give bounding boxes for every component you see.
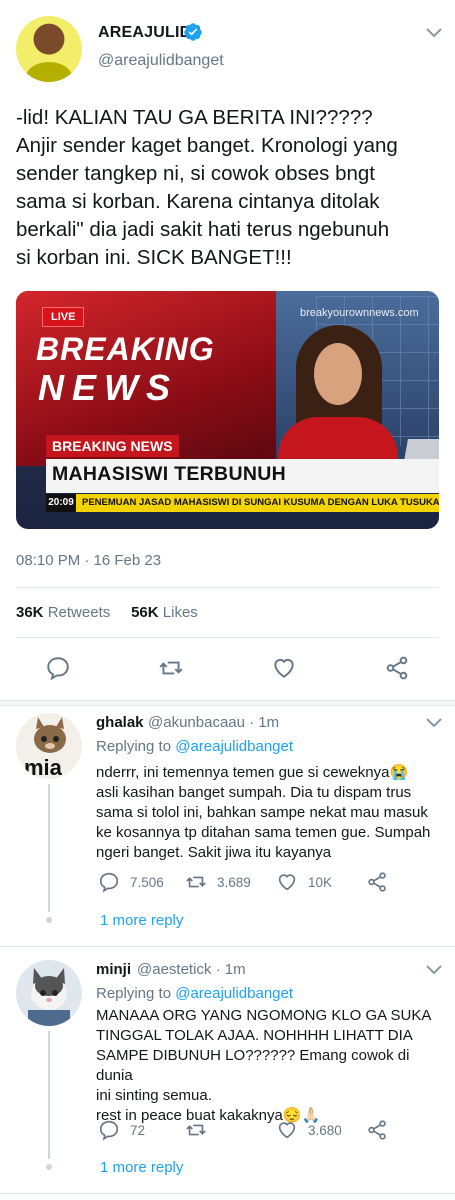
author-avatar[interactable] <box>16 16 82 82</box>
like-count: 10K <box>308 874 333 890</box>
replying-to-link[interactable]: @areajulidbanget <box>175 985 293 1002</box>
reply-author-name[interactable]: minji <box>96 961 131 978</box>
thread-dot <box>46 917 52 923</box>
chevron-down-icon[interactable] <box>426 965 442 975</box>
cat-avatar-icon <box>28 968 70 1026</box>
more-replies-link[interactable]: 1 more reply <box>100 1159 183 1176</box>
retweet-icon[interactable] <box>158 655 184 681</box>
reply-author-handle[interactable]: @aestetick · 1m <box>137 961 246 978</box>
reply-avatar[interactable]: mia <box>16 713 82 779</box>
chevron-down-icon[interactable] <box>426 718 442 728</box>
tweet-stats: 36K Retweets 56K Likes <box>16 604 198 621</box>
reply-button[interactable]: 7.506 <box>98 871 164 893</box>
tweet-text: -lid! KALIAN TAU GA BERITA INI????? Anji… <box>16 106 398 269</box>
laptop <box>404 439 439 461</box>
reply-text: MANAAA ORG YANG NGOMONG KLO GA SUKA TING… <box>96 1007 432 1124</box>
share-button[interactable] <box>366 1119 398 1141</box>
retweet-icon <box>186 1124 206 1136</box>
thread-line <box>48 1031 50 1159</box>
reply-count: 72 <box>130 1122 146 1138</box>
ticker-text: PENEMUAN JASAD MAHASISWI DI SUNGAI KUSUM… <box>82 497 439 508</box>
thread-dot <box>46 1164 52 1170</box>
likes-count[interactable]: 56K <box>131 604 159 621</box>
share-icon <box>368 1120 386 1140</box>
replying-prefix: Replying to <box>96 985 172 1002</box>
cat-avatar-icon: mia <box>24 717 66 779</box>
like-button[interactable]: 10K <box>276 871 332 893</box>
live-badge: LIVE <box>42 307 85 327</box>
thread-line <box>48 784 50 912</box>
main-tweet: AREAJULID @areajulidbanget -lid! KALIAN … <box>0 0 455 700</box>
share-button[interactable] <box>366 871 398 893</box>
like-icon[interactable] <box>271 655 297 681</box>
retweet-icon <box>186 876 206 888</box>
likes-label[interactable]: Likes <box>163 604 198 621</box>
divider <box>16 587 439 588</box>
like-button[interactable]: 3.680 <box>276 1119 342 1141</box>
reply-icon[interactable] <box>45 655 71 681</box>
ticker-time: 20:09 <box>46 494 76 512</box>
retweet-button[interactable]: 3.689 <box>185 871 251 893</box>
verified-badge-icon <box>184 23 202 41</box>
tweet-timestamp[interactable]: 08:10 PM · 16 Feb 23 <box>16 552 161 569</box>
reply-actions: 7.506 3.689 10K <box>96 871 396 895</box>
reply-icon <box>99 872 119 893</box>
section-divider <box>0 700 455 706</box>
reply-avatar[interactable] <box>16 960 82 1026</box>
chevron-down-icon[interactable] <box>426 28 442 38</box>
reply-button[interactable]: 72 <box>98 1119 145 1141</box>
like-icon <box>278 874 296 891</box>
share-icon[interactable] <box>384 655 410 681</box>
breaking-text: BREAKING <box>36 331 215 367</box>
reply-icon <box>99 1120 119 1141</box>
retweet-count: 3.689 <box>217 874 251 890</box>
media-site: breakyourownnews.com <box>300 307 419 319</box>
reply-author-handle[interactable]: @akunbacaau · 1m <box>148 714 279 731</box>
retweet-button[interactable] <box>185 1119 217 1141</box>
news-ticker: 20:09 PENEMUAN JASAD MAHASISWI DI SUNGAI… <box>46 494 439 512</box>
divider <box>0 946 455 947</box>
author-handle[interactable]: @areajulidbanget <box>98 52 224 70</box>
news-text: NEWS <box>38 367 178 408</box>
headline-text: MAHASISWI TERBUNUH <box>52 463 286 485</box>
reply-author-name[interactable]: ghalak <box>96 714 144 731</box>
tweet-media-image[interactable]: LIVE BREAKING NEWS breakyourownnews.com … <box>16 291 439 529</box>
news-anchor <box>278 325 398 487</box>
avatar-shirt <box>26 62 72 82</box>
retweets-count[interactable]: 36K <box>16 604 44 621</box>
more-replies-link[interactable]: 1 more reply <box>100 912 183 929</box>
author-name[interactable]: AREAJULID <box>98 24 191 42</box>
avatar-caption: mia <box>24 755 63 779</box>
retweets-label[interactable]: Retweets <box>48 604 111 621</box>
divider <box>16 637 439 638</box>
divider <box>0 1193 455 1194</box>
like-icon <box>278 1122 296 1139</box>
reply-actions: 72 3.680 <box>96 1119 396 1143</box>
reply-count: 7.506 <box>130 874 164 890</box>
replying-prefix: Replying to <box>96 738 172 755</box>
reply-text: nderrr, ini temennya temen gue si cewekn… <box>96 764 431 861</box>
like-count: 3.680 <box>308 1122 342 1138</box>
breaking-news-label: BREAKING NEWS <box>46 435 179 457</box>
share-icon <box>368 872 386 892</box>
replying-to: Replying to @areajulidbanget <box>96 738 293 755</box>
replying-to-link[interactable]: @areajulidbanget <box>175 738 293 755</box>
replying-to: Replying to @areajulidbanget <box>96 985 293 1002</box>
